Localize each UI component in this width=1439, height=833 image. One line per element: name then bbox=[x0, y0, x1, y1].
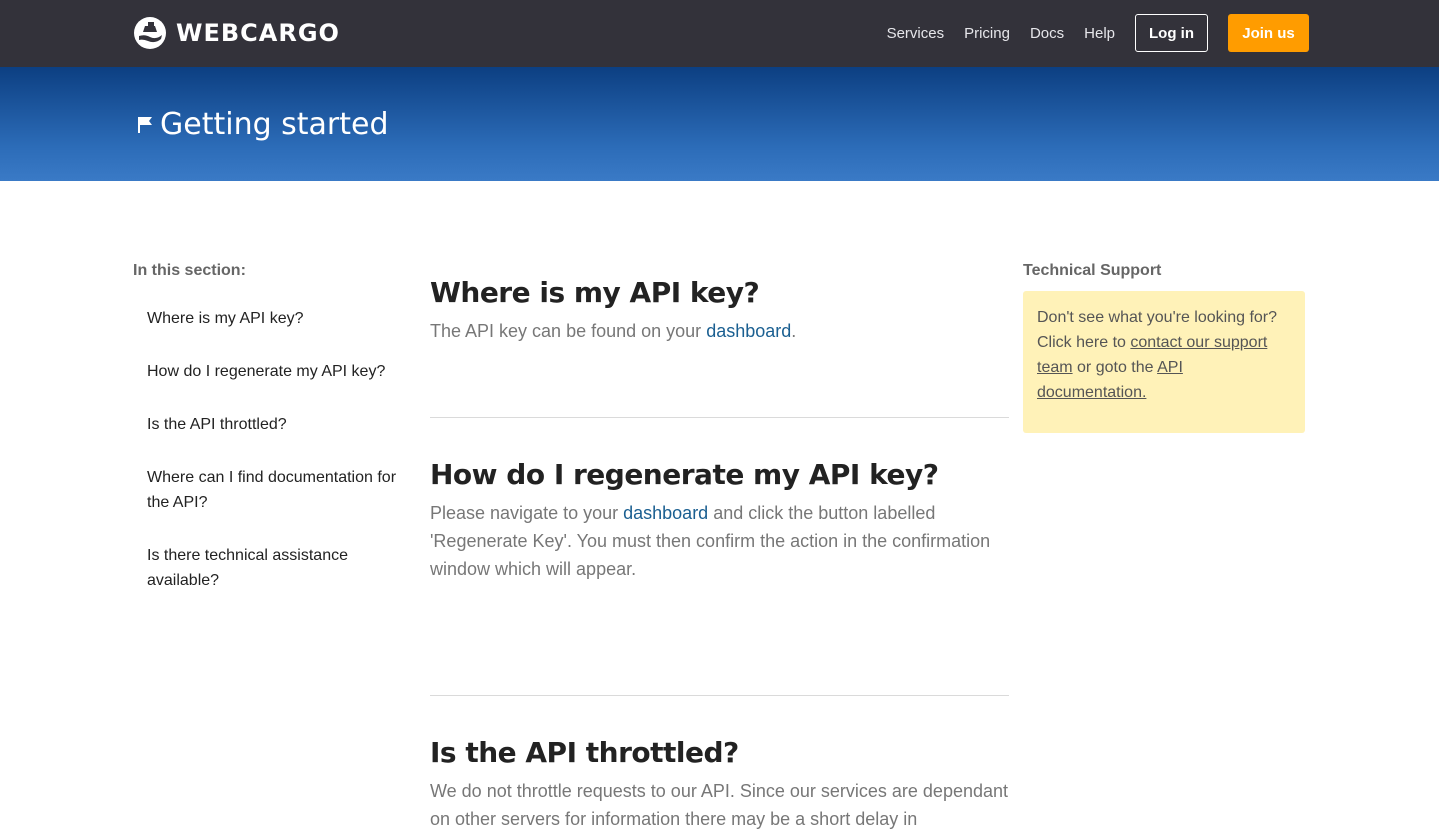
nav-link-pricing[interactable]: Pricing bbox=[964, 25, 1010, 42]
faq-answer-text: Please navigate to your bbox=[430, 503, 624, 523]
faq-item: Is the API throttled? We do not throttle… bbox=[430, 736, 1009, 833]
section-nav-item-api-key[interactable]: Where is my API key? bbox=[133, 306, 403, 331]
join-button[interactable]: Join us bbox=[1228, 14, 1309, 52]
cargo-logo-icon bbox=[134, 17, 166, 49]
dashboard-link[interactable]: dashboard bbox=[623, 503, 708, 523]
section-nav-item-documentation[interactable]: Where can I find documentation for the A… bbox=[133, 465, 403, 515]
section-nav-heading: In this section: bbox=[133, 262, 246, 279]
faq-question: Where is my API key? bbox=[430, 276, 760, 309]
brand-logo[interactable]: WEBCARGO bbox=[133, 16, 340, 50]
faq-answer-text: The API key can be found on your bbox=[430, 321, 707, 341]
dashboard-link[interactable]: dashboard bbox=[706, 321, 791, 341]
faq-content: Where is my API key? The API key can be … bbox=[430, 276, 1009, 833]
section-nav-item-regenerate[interactable]: How do I regenerate my API key? bbox=[133, 359, 403, 384]
section-nav: In this section: Where is my API key? Ho… bbox=[133, 262, 403, 621]
nav-link-services[interactable]: Services bbox=[887, 25, 945, 42]
faq-item: Where is my API key? The API key can be … bbox=[430, 276, 1009, 418]
faq-item: How do I regenerate my API key? Please n… bbox=[430, 458, 1009, 696]
nav-link-help[interactable]: Help bbox=[1084, 25, 1115, 42]
page-hero: Getting started bbox=[0, 67, 1439, 181]
page-title: Getting started bbox=[137, 107, 389, 142]
faq-answer: We do not throttle requests to our API. … bbox=[430, 781, 1009, 829]
support-text: or goto the bbox=[1072, 359, 1158, 376]
brand-name: WEBCARGO bbox=[176, 19, 340, 47]
support-box: Don't see what you're looking for? Click… bbox=[1023, 291, 1305, 433]
nav-link-docs[interactable]: Docs bbox=[1030, 25, 1064, 42]
faq-answer: The API key can be found on your dashboa… bbox=[430, 317, 1009, 345]
section-nav-item-throttled[interactable]: Is the API throttled? bbox=[133, 412, 403, 437]
top-navbar: WEBCARGO Services Pricing Docs Help Log … bbox=[0, 0, 1439, 67]
section-nav-item-assistance[interactable]: Is there technical assistance available? bbox=[133, 543, 403, 593]
faq-answer-text: . bbox=[791, 321, 797, 341]
technical-support: Technical Support Don't see what you're … bbox=[1023, 262, 1305, 433]
page-title-text: Getting started bbox=[160, 107, 389, 142]
support-heading: Technical Support bbox=[1023, 262, 1162, 279]
faq-answer: Please navigate to your dashboard and cl… bbox=[430, 499, 1009, 583]
login-button[interactable]: Log in bbox=[1135, 14, 1208, 52]
faq-question: How do I regenerate my API key? bbox=[430, 458, 939, 491]
faq-question: Is the API throttled? bbox=[430, 736, 739, 769]
flag-icon bbox=[138, 116, 152, 133]
main-nav: Services Pricing Docs Help Log in Join u… bbox=[887, 14, 1309, 52]
